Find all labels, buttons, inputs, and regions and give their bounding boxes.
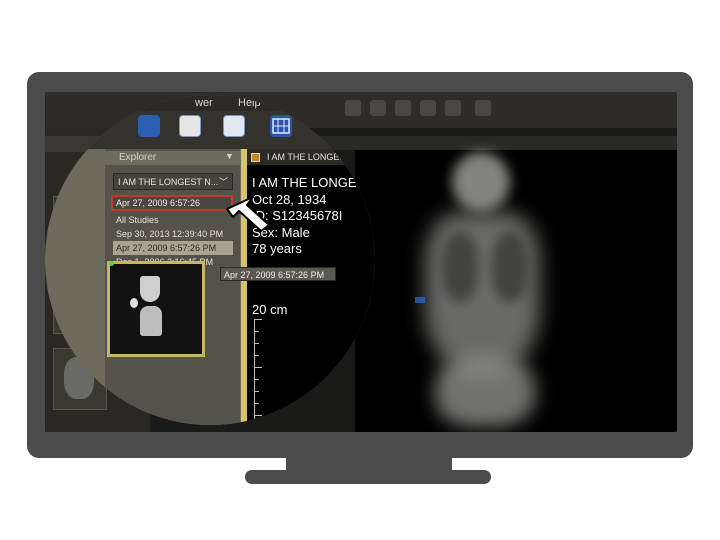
viewer-tab-icon[interactable] [251, 153, 260, 162]
menu-viewer[interactable]: wer [195, 97, 213, 109]
ruler-tick [254, 391, 259, 392]
patient-name: I AM THE LONGEST NA [252, 175, 375, 190]
menu-bar: wer Help [45, 95, 375, 111]
patient-select[interactable]: I AM THE LONGEST N... ﹀ [113, 173, 233, 190]
export-icon[interactable] [223, 115, 245, 137]
ruler-tick [254, 367, 262, 368]
magnifier-lens: wer Help Explorer ▼ I AM THE LONGEST N..… [45, 95, 375, 425]
viewer-tab-title: I AM THE LONGEST NAM [267, 152, 374, 162]
study-option-selected[interactable]: Apr 27, 2009 6:57:26 PM [113, 241, 233, 255]
ruler-tick [254, 319, 262, 320]
chevron-down-icon: ﹀ [218, 177, 228, 187]
xray-body-image [400, 152, 570, 427]
annotation-marker [415, 297, 425, 303]
ruler-tick [254, 379, 259, 380]
monitor-stand-base [245, 470, 491, 484]
study-thumbnail[interactable] [107, 261, 205, 357]
status-dot [109, 261, 114, 266]
ruler-tick [254, 355, 259, 356]
explorer-menu-icon[interactable]: ▼ [225, 151, 234, 161]
print-icon[interactable] [179, 115, 201, 137]
tooltip: Apr 27, 2009 6:57:26 PM [220, 267, 336, 281]
menu-help[interactable]: Help [238, 97, 261, 109]
scale-label: 20 cm [252, 302, 288, 317]
mouse-pointer-icon [226, 196, 270, 232]
toolbar-icon[interactable] [395, 100, 411, 116]
ruler-tick [254, 415, 262, 416]
study-option[interactable]: Sep 30, 2013 12:39:40 PM [113, 227, 233, 241]
sync-icon[interactable] [319, 115, 341, 137]
toolbar-icon[interactable] [445, 100, 461, 116]
ruler-tick [254, 403, 259, 404]
toolbar-icon[interactable] [475, 100, 491, 116]
explorer-title: Explorer [119, 152, 157, 163]
ruler-tick [254, 331, 259, 332]
ruler-tick [254, 343, 259, 344]
study-date-select[interactable]: Apr 27, 2009 6:57:26 [111, 195, 233, 211]
layout-grid-icon[interactable] [270, 115, 292, 137]
patient-select-value: I AM THE LONGEST N... [118, 177, 219, 187]
knee-xray-image [130, 276, 176, 336]
study-date-value: Apr 27, 2009 6:57:26 [116, 198, 201, 208]
study-option[interactable]: All Studies [113, 213, 233, 227]
tool-icon[interactable] [138, 115, 160, 137]
toolbar-icon[interactable] [420, 100, 436, 116]
patient-age: 78 years [252, 241, 302, 256]
scale-ruler [254, 319, 255, 419]
